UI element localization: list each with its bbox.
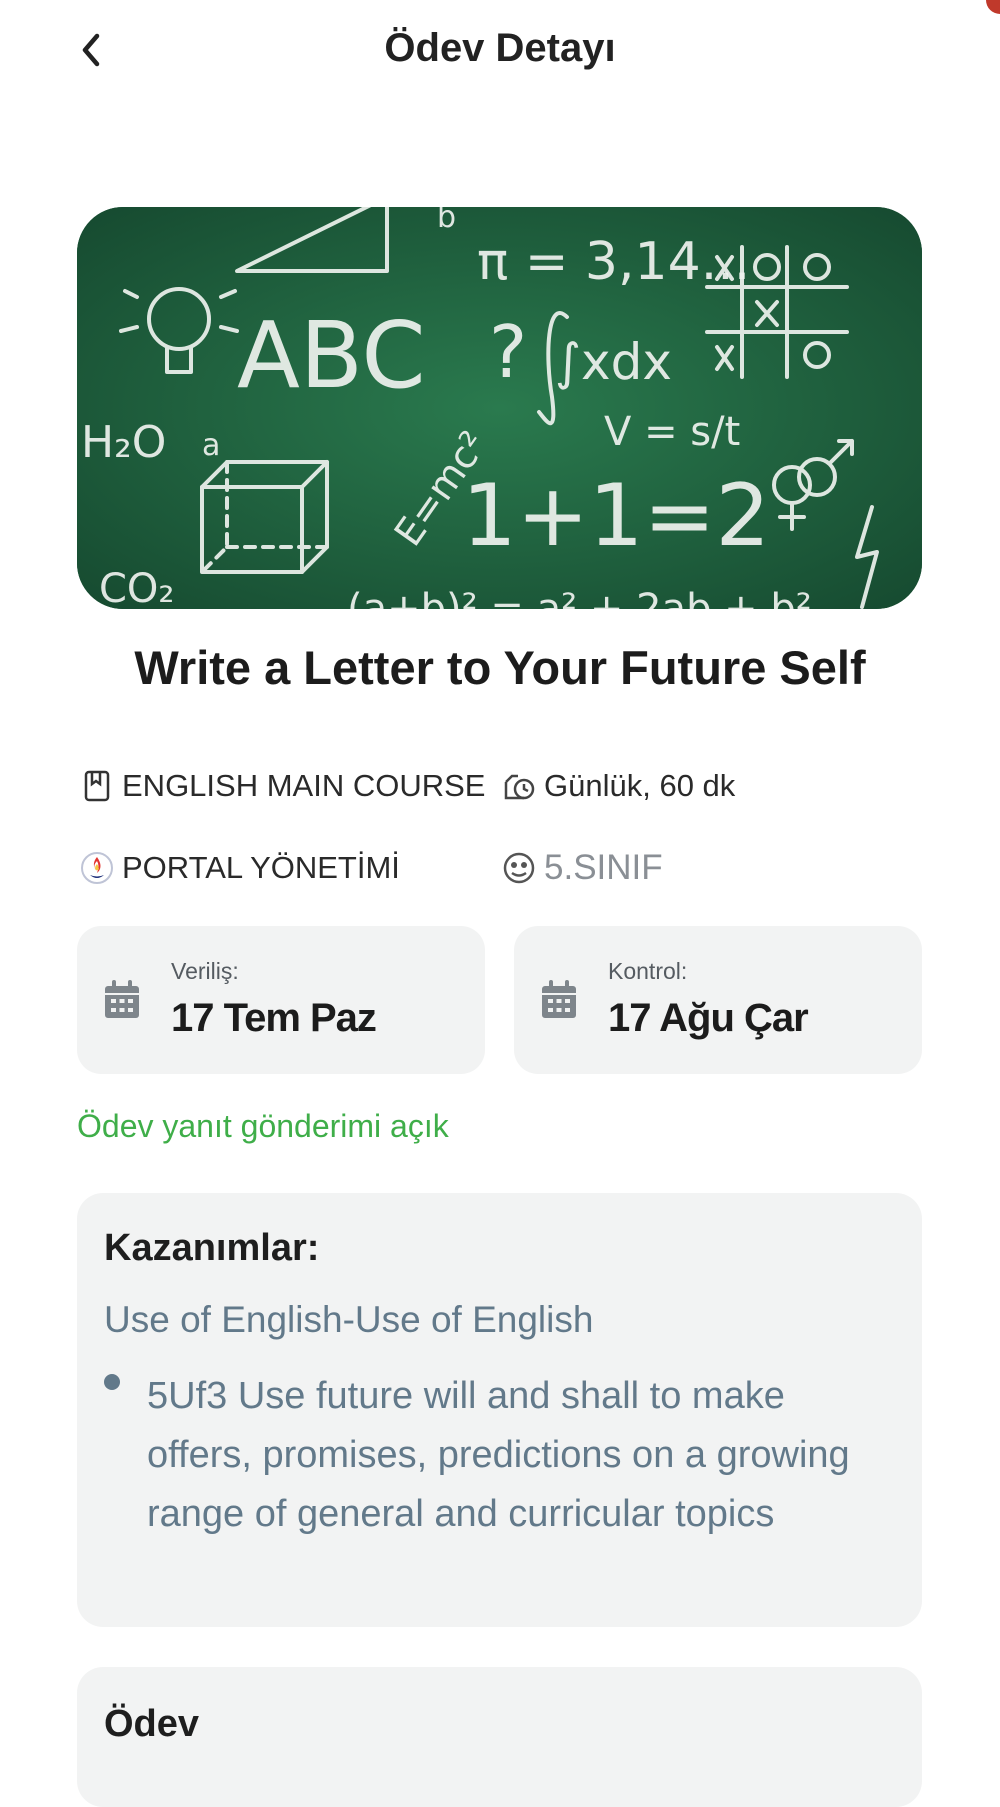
homework-section-title: Ödev — [104, 1703, 200, 1745]
chalk-a: a — [202, 428, 220, 463]
chalk-velocity: V = s/t — [604, 409, 740, 455]
homework-title: Write a Letter to Your Future Self — [134, 641, 866, 694]
homework-cover-image: ABC π = 3,14... ? ∫xdx V = s/t 1+1=2 H₂O… — [77, 207, 922, 609]
chalk-water: H₂O — [81, 417, 166, 468]
gain-item: 5Uf3 Use future will and shall to make o… — [147, 1375, 850, 1535]
page-title: Ödev Detayı — [384, 26, 616, 70]
chalk-b: b — [437, 207, 456, 235]
teacher-info: PORTAL YÖNETİMİ — [80, 850, 400, 886]
grade-text: 5.SINIF — [544, 848, 663, 887]
frequency-text: Günlük, 60 dk — [544, 768, 736, 803]
check-date-label: Kontrol: — [608, 958, 688, 984]
chalk-sum: 1+1=2 — [462, 466, 770, 566]
chalk-pi: π = 3,14... — [477, 232, 750, 292]
clock-bag-icon — [502, 769, 536, 803]
course-info: ENGLISH MAIN COURSE — [80, 768, 485, 804]
bullet-dot — [104, 1374, 120, 1390]
course-name: ENGLISH MAIN COURSE — [122, 768, 486, 803]
gains-title: Kazanımlar: — [104, 1227, 320, 1269]
teacher-name: PORTAL YÖNETİMİ — [122, 850, 400, 885]
given-date-label: Veriliş: — [171, 958, 239, 984]
chalk-integral: ∫xdx — [555, 333, 672, 391]
calendar-icon — [542, 980, 576, 1018]
frequency-info: Günlük, 60 dk — [502, 768, 735, 804]
given-date-card: Veriliş: 17 Tem Paz — [77, 926, 485, 1074]
chalk-abc: ABC — [237, 302, 426, 409]
check-date-value: 17 Ağu Çar — [608, 996, 809, 1040]
gains-card: Kazanımlar: Use of English-Use of Englis… — [77, 1193, 922, 1627]
grade-info: 5.SINIF — [502, 848, 663, 888]
book-icon — [80, 769, 114, 803]
chalk-co2: CO₂ — [99, 566, 174, 609]
chalk-question: ? — [489, 310, 527, 394]
chalk-binomial: (a+b)² = a² + 2ab + b² — [347, 586, 812, 609]
school-logo-icon — [80, 851, 114, 885]
student-face-icon — [502, 851, 536, 885]
app-header: Ödev Detayı — [0, 0, 1000, 104]
check-date-card: Kontrol: 17 Ağu Çar — [514, 926, 922, 1074]
given-date-value: 17 Tem Paz — [171, 996, 377, 1040]
submission-status: Ödev yanıt gönderimi açık — [77, 1108, 449, 1144]
gains-subtitle: Use of English-Use of English — [104, 1299, 594, 1340]
homework-section-card: Ödev — [77, 1667, 922, 1807]
calendar-icon — [105, 980, 139, 1018]
